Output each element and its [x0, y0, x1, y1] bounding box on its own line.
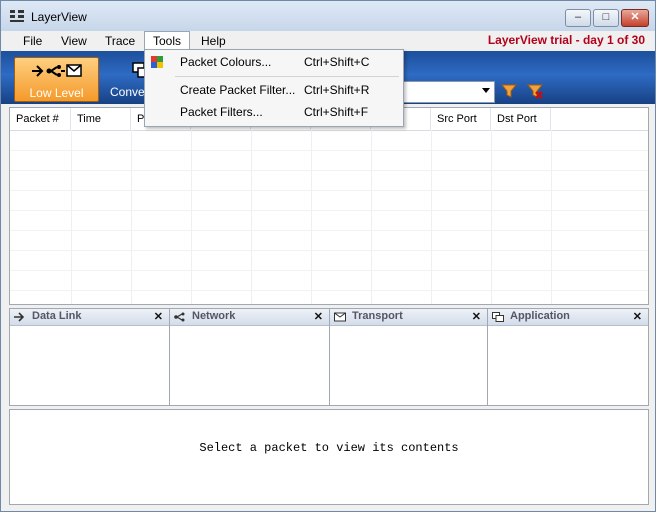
grid-row-line: [10, 150, 648, 151]
grid-row-line: [10, 290, 648, 291]
panel-header: Application ✕: [488, 309, 648, 326]
panel-title: Application: [510, 310, 570, 322]
conversations-label: Conve: [110, 85, 145, 99]
menu-tools[interactable]: Tools: [144, 31, 191, 51]
close-icon[interactable]: ✕: [314, 310, 323, 323]
low-level-button[interactable]: Low Level: [14, 57, 99, 102]
protocol-chain-icon: [32, 64, 82, 77]
close-button[interactable]: ✕: [621, 9, 649, 27]
column-time[interactable]: Time: [71, 108, 131, 130]
grid-column: [71, 130, 132, 304]
grid-row-line: [10, 210, 648, 211]
packet-table[interactable]: Packet # Time Pr P Src Port Dst Port: [9, 107, 649, 305]
app-icon: [10, 10, 24, 22]
grid-column: [251, 130, 312, 304]
windows-icon: [492, 312, 504, 322]
packet-details: Select a packet to view its contents: [9, 409, 649, 505]
panel-network: Network ✕: [170, 309, 330, 405]
grid-column: [191, 130, 252, 304]
network-icon: [174, 312, 185, 322]
panel-title: Network: [192, 310, 236, 322]
panel-data-link: Data Link ✕: [10, 309, 170, 405]
menu-item-packet-colours[interactable]: Packet Colours... Ctrl+Shift+C: [145, 51, 403, 73]
menu-item-packet-filters[interactable]: Packet Filters... Ctrl+Shift+F: [145, 101, 403, 123]
column-dst-port[interactable]: Dst Port: [491, 108, 551, 130]
layer-panels: Data Link ✕ Network ✕ Transport ✕ Applic…: [9, 308, 649, 406]
menu-view[interactable]: View: [53, 32, 95, 50]
close-icon[interactable]: ✕: [472, 310, 481, 323]
low-level-label: Low Level: [29, 86, 84, 100]
grid-row-line: [10, 250, 648, 251]
grid-row-line: [10, 190, 648, 191]
menu-separator: [175, 76, 399, 77]
menu-help[interactable]: Help: [193, 32, 234, 50]
tools-menu-dropdown: Packet Colours... Ctrl+Shift+C Create Pa…: [144, 49, 404, 127]
chevron-down-icon: [482, 88, 490, 93]
column-src-port[interactable]: Src Port: [431, 108, 491, 130]
panel-application: Application ✕: [488, 309, 648, 405]
menu-item-label: Packet Colours...: [180, 55, 272, 69]
app-window: LayerView – □ ✕ File View Trace Tools He…: [0, 0, 656, 512]
envelope-icon: [334, 312, 346, 322]
menu-file[interactable]: File: [15, 32, 50, 50]
grid-column: [491, 130, 552, 304]
menu-trace[interactable]: Trace: [97, 32, 143, 50]
grid-column: [131, 130, 192, 304]
grid-row-line: [10, 230, 648, 231]
minimize-button[interactable]: –: [565, 9, 591, 27]
menu-item-label: Create Packet Filter...: [180, 83, 296, 97]
color-palette-icon: [151, 56, 163, 68]
menu-item-shortcut: Ctrl+Shift+R: [304, 83, 370, 97]
grid-column: [371, 130, 432, 304]
grid-row-line: [10, 270, 648, 271]
apply-filter-icon[interactable]: [501, 83, 517, 99]
grid-column: [431, 130, 492, 304]
close-icon[interactable]: ✕: [633, 310, 642, 323]
grid-row-line: [10, 170, 648, 171]
trial-notice: LayerView trial - day 1 of 30: [487, 33, 645, 47]
menu-item-shortcut: Ctrl+Shift+F: [304, 105, 369, 119]
title-bar: LayerView – □ ✕: [1, 1, 655, 32]
filter-select[interactable]: [393, 81, 495, 103]
menu-item-label: Packet Filters...: [180, 105, 263, 119]
maximize-button[interactable]: □: [593, 9, 619, 27]
panel-header: Network ✕: [170, 309, 329, 326]
menu-item-shortcut: Ctrl+Shift+C: [304, 55, 370, 69]
panel-title: Data Link: [32, 310, 82, 322]
grid-column: [311, 130, 372, 304]
panel-header: Data Link ✕: [10, 309, 169, 326]
details-placeholder: Select a packet to view its contents: [199, 441, 459, 455]
window-title: LayerView: [31, 10, 87, 24]
panel-transport: Transport ✕: [330, 309, 488, 405]
panel-header: Transport ✕: [330, 309, 487, 326]
grid-column: [10, 130, 72, 304]
column-packet-number[interactable]: Packet #: [10, 108, 71, 130]
menu-item-create-packet-filter[interactable]: Create Packet Filter... Ctrl+Shift+R: [145, 79, 403, 101]
close-icon[interactable]: ✕: [154, 310, 163, 323]
clear-filter-icon[interactable]: [527, 83, 543, 99]
panel-title: Transport: [352, 310, 403, 322]
arrow-right-icon: [14, 312, 25, 322]
